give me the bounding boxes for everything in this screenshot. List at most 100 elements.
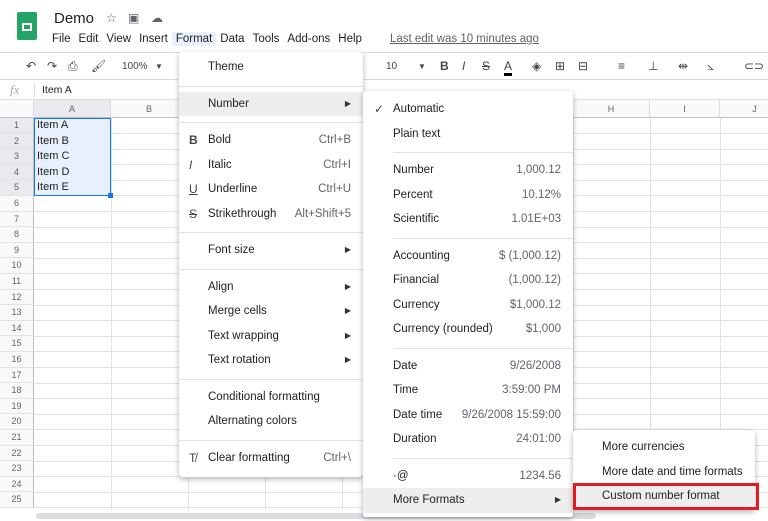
menu-item-merge-cells[interactable]: Merge cells ▶	[179, 299, 363, 324]
menu-separator	[179, 263, 363, 275]
menu-item-number-format[interactable]: Currency (rounded) $1,000	[363, 317, 573, 342]
menu-item-number-format[interactable]: Number 1,000.12	[363, 158, 573, 183]
menu-insert[interactable]: Insert	[135, 32, 172, 46]
menu-item-text-wrapping[interactable]: Text wrapping ▶	[179, 324, 363, 349]
row-header[interactable]: 5	[0, 180, 34, 196]
italic-icon[interactable]: I	[462, 59, 465, 73]
column-header[interactable]: J	[720, 100, 768, 118]
menu-item-conditional-formatting[interactable]: Conditional formatting	[179, 385, 363, 410]
menu-item-number-format[interactable]: Scientific 1.01E+03	[363, 207, 573, 232]
menu-data[interactable]: Data	[216, 32, 248, 46]
print-icon[interactable]: ⎙	[68, 59, 78, 74]
fill-color-icon[interactable]: ◈	[532, 59, 541, 73]
move-folder-icon[interactable]: ▣	[128, 11, 139, 25]
undo-icon[interactable]: ↶	[26, 59, 36, 73]
row-header[interactable]: 17	[0, 367, 34, 384]
menu-item-number-format[interactable]: Date 9/26/2008	[363, 354, 573, 379]
menu-item-clear-formatting[interactable]: T̸ Clear formatting Ctrl+\	[179, 446, 363, 471]
redo-icon[interactable]: ↷	[47, 59, 57, 73]
formula-input[interactable]: Item A	[42, 84, 72, 96]
menu-item-number-format[interactable]: ·@ 1234.56	[363, 464, 573, 489]
borders-icon[interactable]: ⊞	[555, 59, 565, 73]
menu-addons[interactable]: Add-ons	[283, 32, 334, 46]
menu-item-number-format[interactable]: Plain text	[363, 122, 573, 147]
menu-item-more-date-time-formats[interactable]: More date and time formats	[573, 460, 755, 485]
merge-icon[interactable]: ⊟	[578, 59, 588, 73]
row-header[interactable]: 22	[0, 445, 34, 462]
cloud-status-icon[interactable]: ☁	[151, 11, 163, 25]
menu-item-number-format[interactable]: ✓ Automatic	[363, 97, 573, 122]
row-header[interactable]: 20	[0, 414, 34, 430]
row-header[interactable]: 25	[0, 492, 34, 508]
row-header[interactable]: 10	[0, 258, 34, 274]
row-header[interactable]: 4	[0, 164, 34, 181]
row-header[interactable]: 24	[0, 476, 34, 493]
menu-edit[interactable]: Edit	[75, 32, 103, 46]
link-icon[interactable]: ⊂⊃	[744, 59, 764, 73]
text-wrap-icon[interactable]: ⇹	[678, 59, 688, 73]
column-header[interactable]: H	[573, 100, 650, 118]
menu-format[interactable]: Format	[171, 32, 217, 46]
menu-item-align[interactable]: Align ▶	[179, 275, 363, 300]
font-size-select[interactable]: 10	[386, 61, 397, 72]
row-header[interactable]: 9	[0, 242, 34, 259]
row-header[interactable]: 8	[0, 227, 34, 243]
corner-select-all[interactable]	[0, 100, 34, 118]
row-header[interactable]: 18	[0, 383, 34, 399]
menu-item-strikethrough[interactable]: S Strikethrough Alt+Shift+5	[179, 202, 363, 227]
text-rotation-icon[interactable]: ⦣	[707, 59, 714, 74]
text-color-icon[interactable]: A	[504, 59, 513, 76]
menu-tools[interactable]: Tools	[249, 32, 284, 46]
row-header[interactable]: 11	[0, 274, 34, 290]
menu-item-theme[interactable]: Theme	[179, 55, 363, 80]
paint-format-icon[interactable]: 🖌	[91, 59, 106, 73]
menu-item-number-format[interactable]: Currency $1,000.12	[363, 293, 573, 318]
row-header[interactable]: 23	[0, 461, 34, 477]
column-header[interactable]: I	[650, 100, 720, 118]
menu-view[interactable]: View	[102, 32, 135, 46]
row-header[interactable]: 19	[0, 398, 34, 415]
menu-item-bold[interactable]: B Bold Ctrl+B	[179, 128, 363, 153]
menu-item-alternating-colors[interactable]: Alternating colors	[179, 409, 363, 434]
zoom-select[interactable]: 100%	[122, 61, 148, 72]
row-header[interactable]: 15	[0, 336, 34, 352]
row-header[interactable]: 1	[0, 118, 34, 134]
menu-item-number-format[interactable]: Date time 9/26/2008 15:59:00	[363, 403, 573, 428]
menu-item-number-format[interactable]: Duration 24:01:00	[363, 427, 573, 452]
vertical-align-icon[interactable]: ⊥	[648, 59, 658, 73]
menu-item-number-format[interactable]: Time 3:59:00 PM	[363, 378, 573, 403]
document-title[interactable]: Demo	[54, 10, 94, 27]
menu-help[interactable]: Help	[334, 32, 366, 46]
menu-item-number-format[interactable]: Financial (1,000.12)	[363, 268, 573, 293]
row-header[interactable]: 3	[0, 149, 34, 165]
menu-item-number-format[interactable]: Percent 10.12%	[363, 183, 573, 208]
chevron-down-icon: ▼	[155, 62, 163, 71]
last-edit-link[interactable]: Last edit was 10 minutes ago	[390, 33, 539, 45]
row-header[interactable]: 14	[0, 320, 34, 337]
column-header[interactable]: B	[111, 100, 188, 118]
column-header[interactable]: A	[34, 100, 111, 118]
menu-item-font-size[interactable]: Font size ▶	[179, 238, 363, 263]
menu-file[interactable]: File	[48, 32, 75, 46]
menu-item-italic[interactable]: I Italic Ctrl+I	[179, 153, 363, 178]
row-header[interactable]: 7	[0, 211, 34, 228]
menu-item-number-format[interactable]: Accounting $ (1,000.12)	[363, 244, 573, 269]
menu-item-more-currencies[interactable]: More currencies	[573, 435, 755, 460]
row-header[interactable]: 2	[0, 133, 34, 150]
row-header[interactable]: 6	[0, 196, 34, 212]
star-icon[interactable]: ☆	[106, 11, 117, 25]
row-header[interactable]: 16	[0, 352, 34, 368]
bold-icon[interactable]: B	[440, 59, 449, 73]
menu-item-text-rotation[interactable]: Text rotation ▶	[179, 348, 363, 373]
row-header[interactable]: 13	[0, 305, 34, 321]
row-header[interactable]: 12	[0, 289, 34, 306]
menu-item-number-format[interactable]: More Formats ▶	[363, 488, 573, 513]
strikethrough-icon[interactable]: S	[482, 59, 490, 73]
strikethrough-icon: S	[189, 206, 198, 221]
fill-handle[interactable]	[108, 193, 113, 198]
sheets-logo[interactable]	[17, 12, 37, 40]
row-header[interactable]: 21	[0, 430, 34, 446]
align-icon[interactable]: ≡	[618, 59, 625, 73]
menu-item-number[interactable]: Number ▶	[179, 91, 363, 116]
menu-item-underline[interactable]: U Underline Ctrl+U	[179, 177, 363, 202]
